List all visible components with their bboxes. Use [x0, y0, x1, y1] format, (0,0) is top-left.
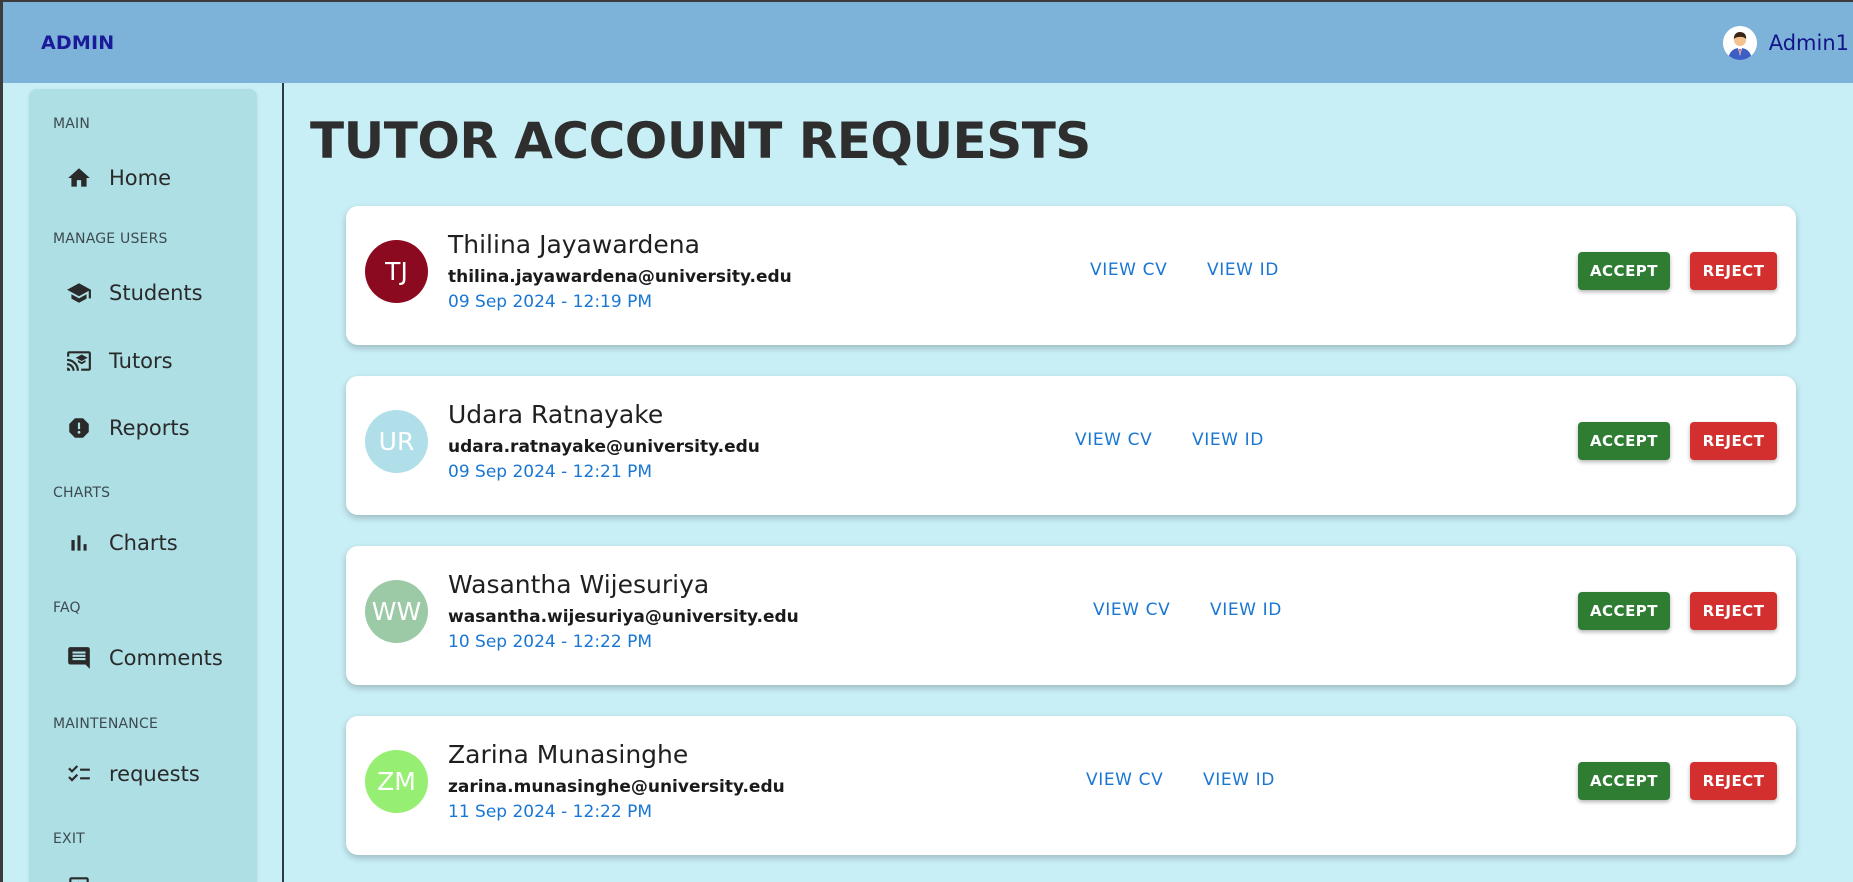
reject-button[interactable]: REJECT — [1690, 762, 1777, 800]
tutor-email: zarina.munasinghe@university.edu — [448, 777, 785, 797]
view-cv-link[interactable]: VIEW CV — [1086, 770, 1163, 790]
request-date: 11 Sep 2024 - 12:22 PM — [448, 802, 652, 822]
app-bar: ADMIN Admin1 — [3, 2, 1853, 83]
view-cv-link[interactable]: VIEW CV — [1090, 260, 1167, 280]
tutor-name: Udara Ratnayake — [448, 400, 664, 429]
section-charts: CHARTS — [53, 485, 111, 501]
view-cv-link[interactable]: VIEW CV — [1093, 600, 1170, 620]
page-title: TUTOR ACCOUNT REQUESTS — [310, 112, 1091, 170]
request-card: UR Udara Ratnayake udara.ratnayake@unive… — [346, 376, 1796, 515]
brand-title: ADMIN — [41, 31, 115, 54]
tutor-email: thilina.jayawardena@university.edu — [448, 267, 792, 287]
avatar: WW — [365, 580, 428, 643]
view-id-link[interactable]: VIEW ID — [1210, 600, 1282, 620]
sidebar-item-logout[interactable] — [65, 869, 109, 882]
view-id-link[interactable]: VIEW ID — [1207, 260, 1279, 280]
tutor-name: Zarina Munasinghe — [448, 740, 689, 769]
sidebar-item-label: requests — [109, 762, 200, 786]
view-id-link[interactable]: VIEW ID — [1192, 430, 1264, 450]
request-card: ZM Zarina Munasinghe zarina.munasinghe@u… — [346, 716, 1796, 855]
avatar: UR — [365, 410, 428, 473]
user-menu[interactable]: Admin1 — [1722, 23, 1853, 63]
sidebar-item-home[interactable]: Home — [65, 160, 171, 196]
tutor-email: wasantha.wijesuriya@university.edu — [448, 607, 799, 627]
sidebar-item-label: Charts — [109, 531, 178, 555]
section-exit: EXIT — [53, 831, 85, 847]
section-faq: FAQ — [53, 600, 81, 616]
tutor-name: Wasantha Wijesuriya — [448, 570, 710, 599]
bar-chart-icon — [65, 529, 93, 557]
sidebar-item-label: Reports — [109, 416, 190, 440]
request-card: TJ Thilina Jayawardena thilina.jayawarde… — [346, 206, 1796, 345]
sidebar-item-label: Home — [109, 166, 172, 190]
reject-button[interactable]: REJECT — [1690, 592, 1777, 630]
tutor-name: Thilina Jayawardena — [448, 230, 700, 259]
window-left-border — [0, 0, 3, 882]
section-maintenance: MAINTENANCE — [53, 716, 158, 732]
sidebar-item-comments[interactable]: Comments — [65, 640, 223, 676]
sidebar-item-reports[interactable]: Reports — [65, 410, 190, 446]
sidebar-item-label: Comments — [109, 646, 223, 670]
avatar: ZM — [365, 750, 428, 813]
sidebar: MAIN Home MANAGE USERS Students Tutors R… — [29, 89, 257, 882]
sidebar-item-requests[interactable]: requests — [65, 756, 200, 792]
view-id-link[interactable]: VIEW ID — [1203, 770, 1275, 790]
accept-button[interactable]: ACCEPT — [1578, 422, 1670, 460]
user-name: Admin1 — [1768, 30, 1849, 55]
sidebar-item-tutors[interactable]: Tutors — [65, 343, 173, 379]
logout-icon — [65, 873, 93, 882]
sidebar-item-students[interactable]: Students — [65, 275, 203, 311]
sidebar-item-label: Students — [109, 281, 203, 305]
report-icon — [65, 414, 93, 442]
graduation-cap-icon — [65, 279, 93, 307]
sidebar-item-charts[interactable]: Charts — [65, 525, 178, 561]
tutor-email: udara.ratnayake@university.edu — [448, 437, 760, 457]
sidebar-divider — [282, 83, 284, 882]
comment-icon — [65, 644, 93, 672]
accept-button[interactable]: ACCEPT — [1578, 592, 1670, 630]
cast-for-education-icon — [65, 347, 93, 375]
request-date: 10 Sep 2024 - 12:22 PM — [448, 632, 652, 652]
user-avatar-icon — [1722, 25, 1757, 60]
reject-button[interactable]: REJECT — [1690, 252, 1777, 290]
section-manage-users: MANAGE USERS — [53, 231, 168, 247]
sidebar-item-label: Tutors — [109, 349, 173, 373]
accept-button[interactable]: ACCEPT — [1578, 252, 1670, 290]
section-main: MAIN — [53, 116, 91, 132]
reject-button[interactable]: REJECT — [1690, 422, 1777, 460]
accept-button[interactable]: ACCEPT — [1578, 762, 1670, 800]
request-date: 09 Sep 2024 - 12:21 PM — [448, 462, 652, 482]
request-date: 09 Sep 2024 - 12:19 PM — [448, 292, 652, 312]
request-card: WW Wasantha Wijesuriya wasantha.wijesuri… — [346, 546, 1796, 685]
home-icon — [65, 164, 93, 192]
avatar: TJ — [365, 240, 428, 303]
view-cv-link[interactable]: VIEW CV — [1075, 430, 1152, 450]
checklist-icon — [65, 760, 93, 788]
